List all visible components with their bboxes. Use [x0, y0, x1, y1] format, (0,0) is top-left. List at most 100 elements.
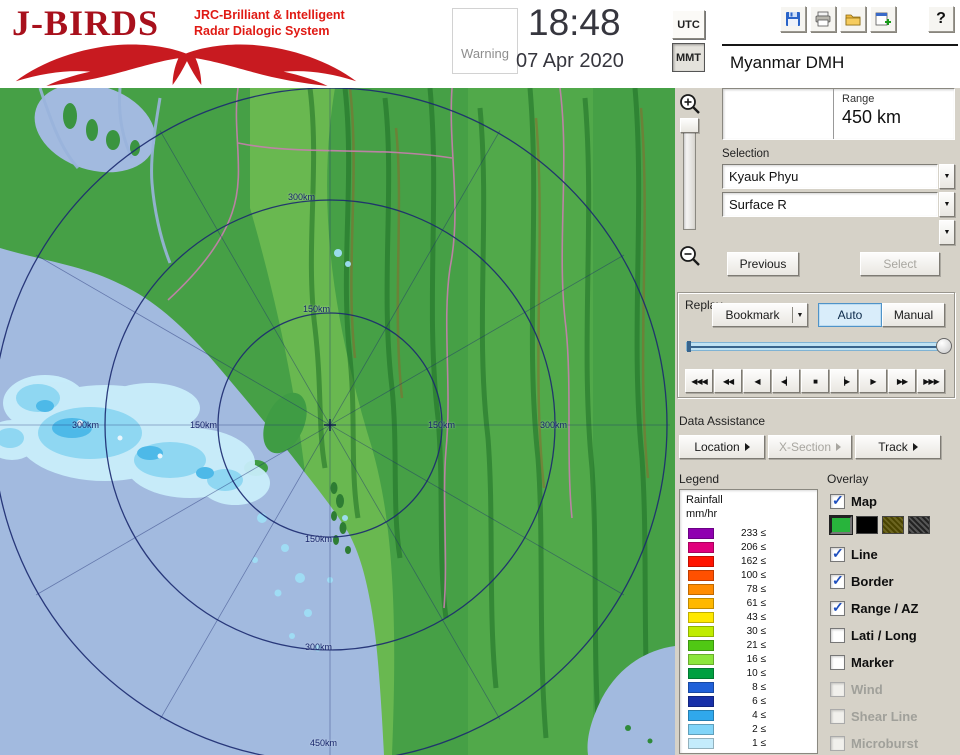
utc-button[interactable]: UTC — [672, 10, 705, 39]
playback-button-0[interactable]: ◀◀◀ — [685, 369, 713, 393]
legend-row: 2 ≤ — [688, 724, 766, 735]
legend-row: 1 ≤ — [688, 738, 766, 749]
replay-slider-track[interactable] — [686, 338, 952, 354]
new-window-button[interactable] — [870, 6, 896, 32]
legend-color-swatch — [688, 626, 714, 637]
check-icon: ✓ — [832, 571, 844, 588]
legend-row: 30 ≤ — [688, 626, 766, 637]
legend-value: 10 ≤ — [746, 668, 766, 679]
map-checkbox[interactable]: ✓ — [830, 492, 845, 509]
save-icon — [786, 12, 800, 26]
overlay-items: ✓ Line ✓ Border ✓ Range / AZ Lati / Long Marker… — [830, 545, 958, 752]
help-button[interactable]: ? — [928, 6, 954, 32]
zoom-slider-thumb[interactable] — [680, 118, 699, 133]
legend-value: 16 ≤ — [746, 654, 766, 665]
legend-color-swatch — [688, 556, 714, 567]
overlay-item-shear-line[interactable]: Shear Line — [830, 707, 958, 725]
overlay-swatches — [829, 515, 958, 536]
previous-button[interactable]: Previous — [727, 252, 799, 276]
product-dropdown[interactable]: Surface R — [722, 192, 938, 217]
folder-icon — [845, 14, 861, 26]
legend-row: 162 ≤ — [688, 556, 766, 567]
overlay-item-marker[interactable]: Marker — [830, 653, 958, 671]
checkbox[interactable] — [830, 681, 845, 697]
overlay-block: ✓ Map ✓ Line ✓ Border ✓ Range / AZ Lati / Long… — [829, 492, 958, 752]
legend-color-swatch — [688, 710, 714, 721]
ring-label: 300km — [72, 420, 100, 430]
playback-button-3[interactable]: ◀▏ — [772, 369, 800, 393]
map-style-swatch-2[interactable] — [882, 516, 904, 534]
legend-box: Rainfall mm/hr 233 ≤ 206 ≤ 162 ≤ 100 ≤ 78 ≤ 6… — [679, 489, 818, 754]
warning-button[interactable]: Warning — [452, 8, 518, 74]
overlay-item-wind[interactable]: Wind — [830, 680, 958, 698]
map-style-swatch-3[interactable] — [908, 516, 930, 534]
playback-button-6[interactable]: ▶ — [859, 369, 887, 393]
site-dropdown[interactable]: Kyauk Phyu — [722, 164, 938, 189]
playback-button-5[interactable]: ▕▶ — [830, 369, 858, 393]
overlay-item-range-az[interactable]: ✓ Range / AZ — [830, 599, 958, 617]
zoom-out-icon — [680, 246, 700, 266]
data-assistance-label: Data Assistance — [679, 414, 766, 428]
overlay-item-map[interactable]: ✓ Map — [830, 492, 958, 510]
range-label: Range — [842, 93, 875, 105]
radar-map-image — [0, 88, 675, 755]
ring-label: 150km — [303, 304, 331, 314]
checkbox[interactable] — [830, 735, 845, 751]
extra-dropdown-arrow[interactable]: ▼ — [939, 220, 955, 245]
manual-toggle[interactable]: Manual — [882, 303, 945, 327]
checkbox[interactable] — [830, 654, 845, 670]
replay-slider-start-mark — [687, 341, 691, 352]
map-style-swatch-1[interactable] — [856, 516, 878, 534]
mmt-button[interactable]: MMT — [672, 43, 705, 72]
playback-button-2[interactable]: ◀ — [743, 369, 771, 393]
checkbox[interactable]: ✓ — [830, 599, 845, 616]
range-display: Range 450 km — [722, 88, 955, 140]
header-bar: J-BIRDS JRC-Brilliant & Intelligent Rada… — [0, 0, 960, 88]
playback-button-1[interactable]: ◀◀ — [714, 369, 742, 393]
map-style-swatch-0[interactable] — [829, 515, 853, 535]
replay-slider-thumb[interactable] — [936, 338, 952, 354]
arrow-right-icon — [744, 443, 750, 451]
da-button-location[interactable]: Location — [679, 435, 765, 459]
checkbox[interactable] — [830, 627, 845, 643]
zoom-in-button[interactable] — [678, 92, 702, 116]
save-button[interactable] — [780, 6, 806, 32]
playback-button-8[interactable]: ▶▶▶ — [917, 369, 945, 393]
checkbox[interactable] — [830, 708, 845, 724]
ring-label: 300km — [540, 420, 568, 430]
legend-color-swatch — [688, 738, 714, 749]
select-button[interactable]: Select — [860, 252, 940, 276]
legend-unit-2: mm/hr — [686, 508, 718, 520]
ring-label: 300km — [305, 642, 333, 652]
overlay-item-line[interactable]: ✓ Line — [830, 545, 958, 563]
overlay-item-microburst[interactable]: Microburst — [830, 734, 958, 752]
legend-row: 16 ≤ — [688, 654, 766, 665]
playback-button-4[interactable]: ■ — [801, 369, 829, 393]
print-button[interactable] — [810, 6, 836, 32]
legend-value: 8 ≤ — [752, 682, 766, 693]
legend-value: 4 ≤ — [752, 710, 766, 721]
legend-value: 61 ≤ — [746, 598, 766, 609]
bookmark-button[interactable]: Bookmark ▼ — [712, 303, 808, 327]
logo-subtitle-1: JRC-Brilliant & Intelligent — [194, 8, 345, 22]
legend-color-swatch — [688, 682, 714, 693]
legend-label: Legend — [679, 472, 720, 486]
overlay-item-border[interactable]: ✓ Border — [830, 572, 958, 590]
da-button-track[interactable]: Track — [855, 435, 941, 459]
product-dropdown-arrow[interactable]: ▼ — [939, 192, 955, 217]
range-value: 450 km — [842, 107, 902, 127]
radar-map[interactable]: 300km 150km 150km 300km 450km 300km 150km 150km… — [0, 88, 675, 755]
legend-color-swatch — [688, 598, 714, 609]
checkbox[interactable]: ✓ — [830, 571, 845, 589]
legend-row: 78 ≤ — [688, 584, 766, 595]
auto-toggle[interactable]: Auto — [818, 303, 882, 327]
da-button-x-section[interactable]: X-Section — [768, 435, 852, 459]
zoom-out-button[interactable] — [678, 244, 702, 268]
print-icon — [815, 11, 831, 27]
zoom-slider-track[interactable] — [683, 118, 696, 230]
site-dropdown-arrow[interactable]: ▼ — [939, 164, 955, 189]
open-folder-button[interactable] — [840, 6, 866, 32]
checkbox[interactable]: ✓ — [830, 545, 845, 562]
overlay-item-lati-long[interactable]: Lati / Long — [830, 626, 958, 644]
playback-button-7[interactable]: ▶▶ — [888, 369, 916, 393]
